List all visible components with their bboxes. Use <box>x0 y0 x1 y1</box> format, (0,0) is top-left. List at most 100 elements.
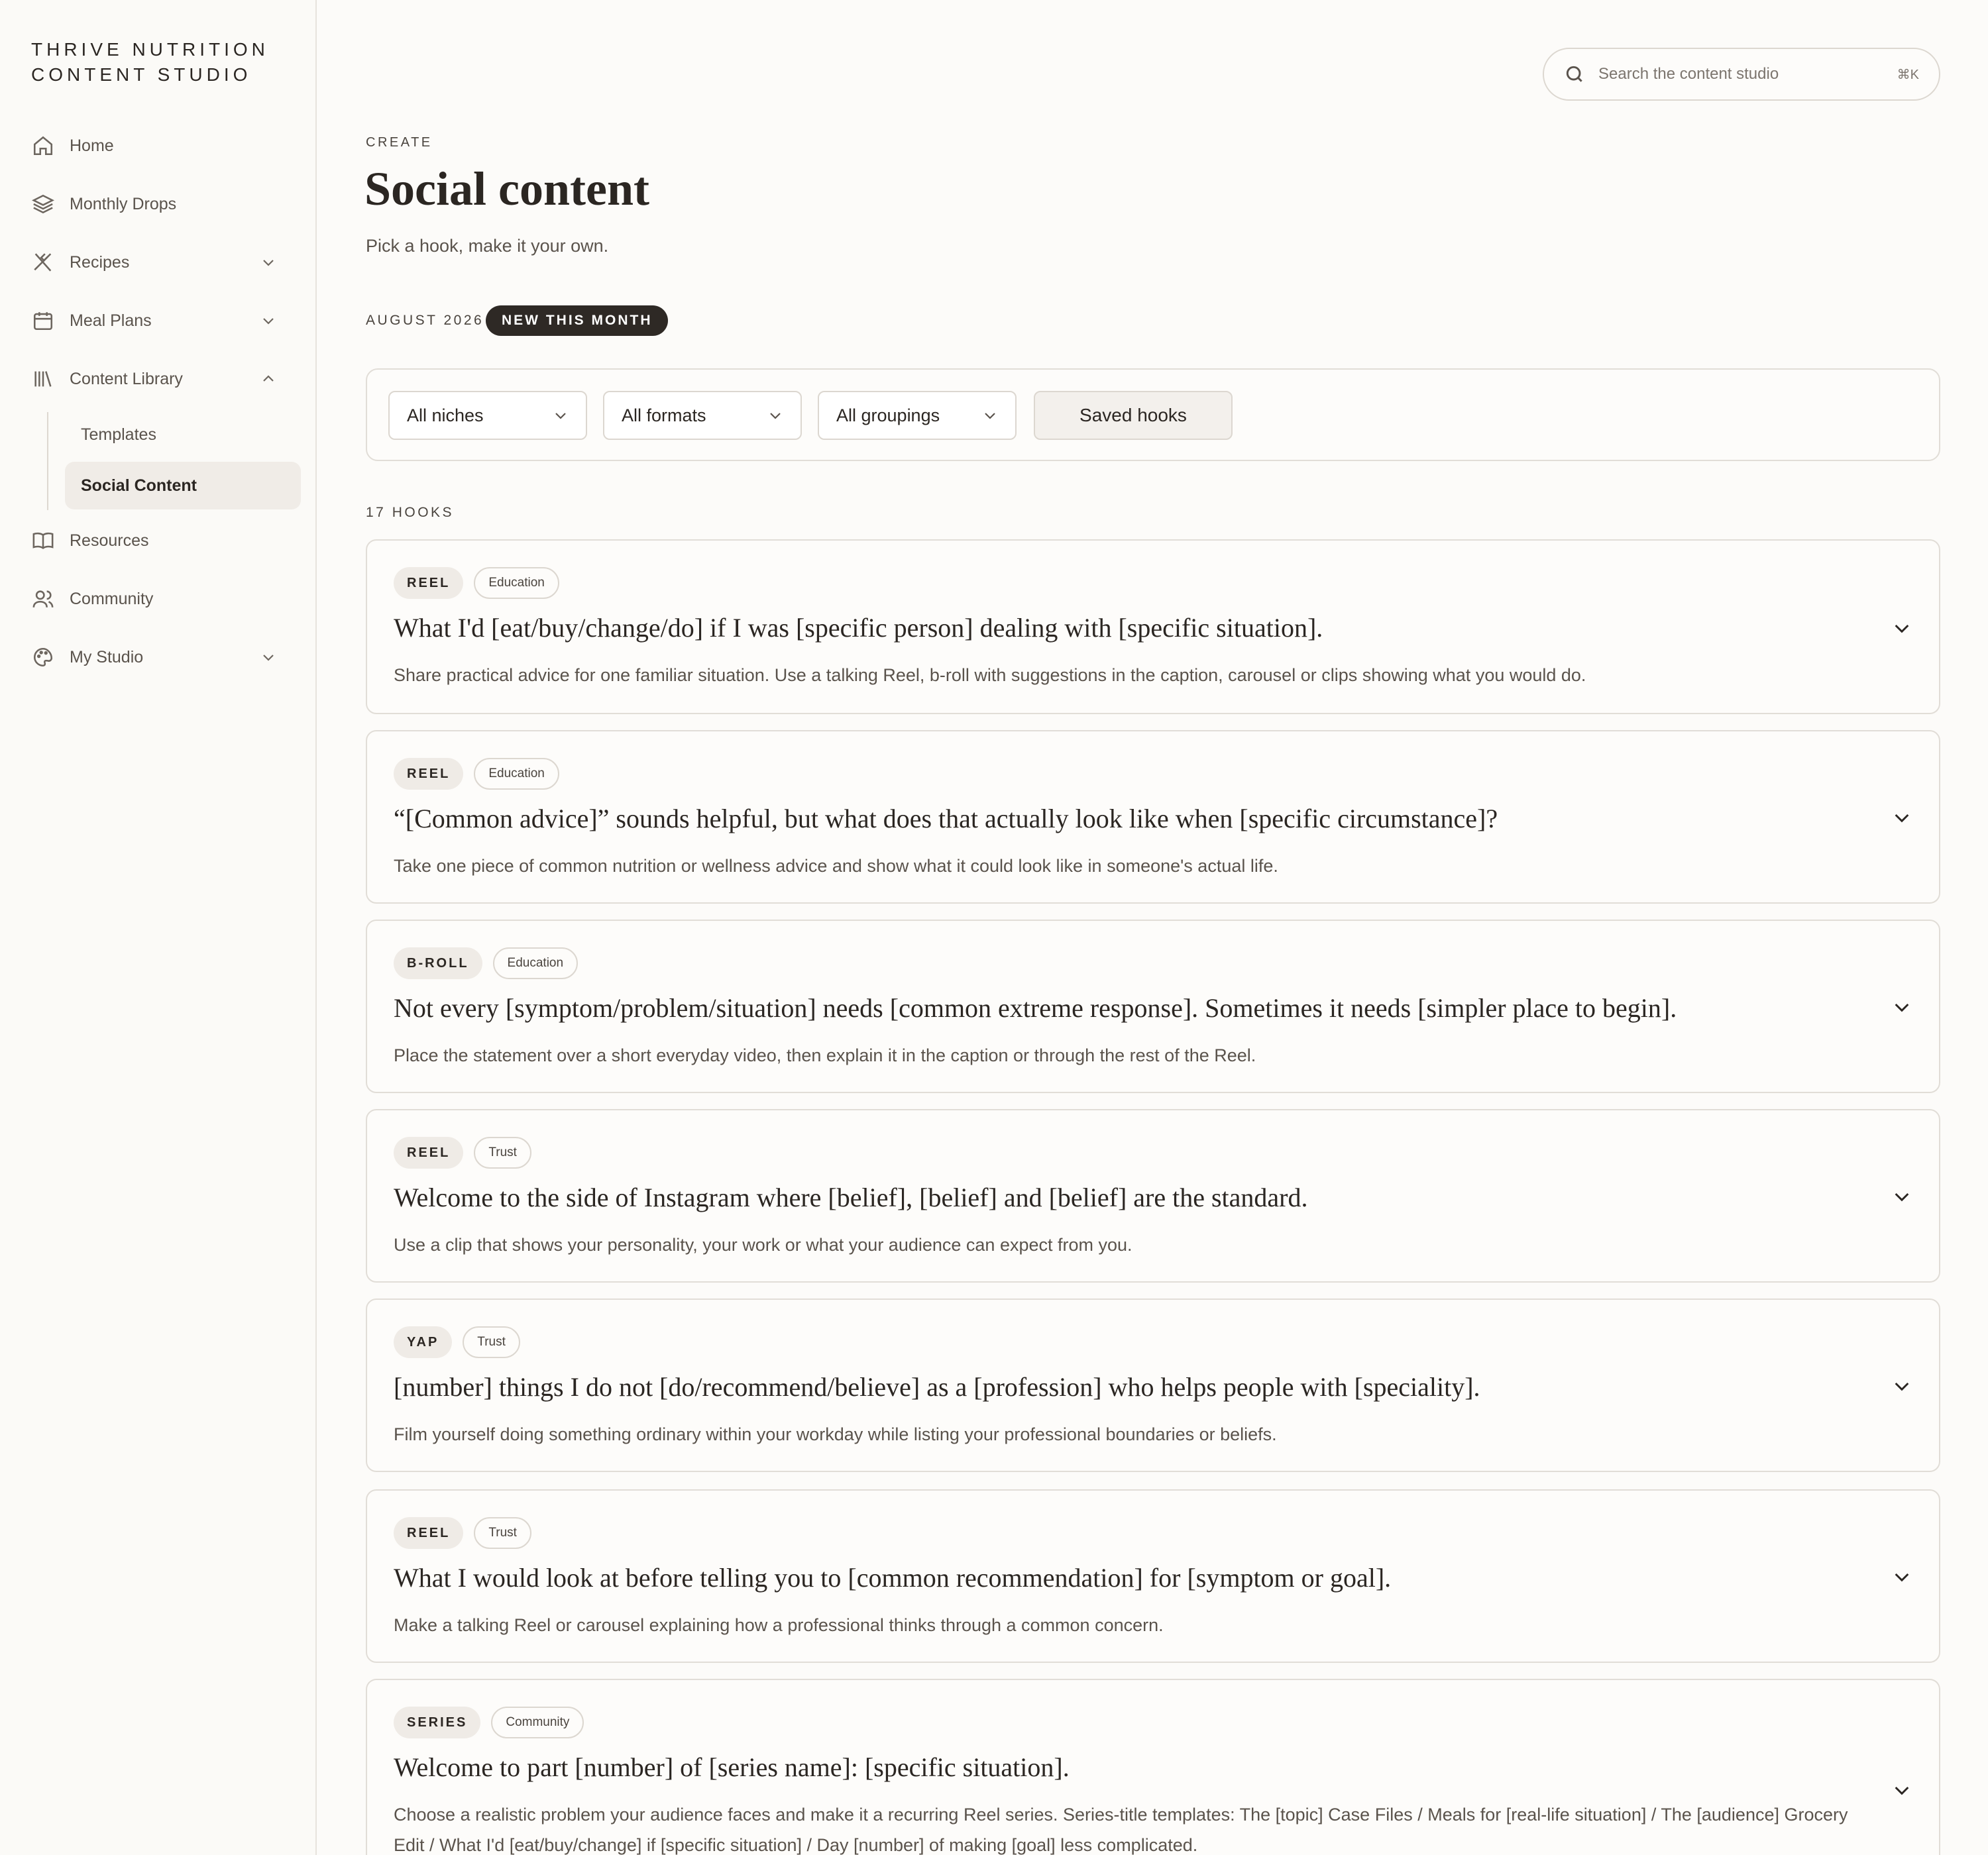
filter-bar: All niches All formats All groupings Sav… <box>366 368 1940 461</box>
page-eyebrow: CREATE <box>366 135 433 150</box>
hook-text: Welcome to the side of Instagram where [… <box>394 1183 1308 1212</box>
hook-text: What I'd [eat/buy/change/do] if I was [s… <box>394 613 1323 643</box>
page-subtitle: Pick a hook, make it your own. <box>366 236 609 256</box>
category-tag: Community <box>491 1707 584 1738</box>
month-label: AUGUST 2026 <box>366 313 484 328</box>
home-icon <box>31 134 55 158</box>
hook-text: [number] things I do not [do/recommend/b… <box>394 1372 1480 1402</box>
sidebar-item-resources[interactable]: Resources <box>31 521 290 560</box>
sidebar-item-label: Community <box>70 589 154 608</box>
hook-description: Take one piece of common nutrition or we… <box>394 856 1278 876</box>
palette-icon <box>31 645 55 669</box>
sidebar-subitem-label: Templates <box>81 425 156 444</box>
chevron-down-icon[interactable] <box>1891 1779 1912 1801</box>
chevron-down-icon <box>555 413 566 419</box>
subnav-divider <box>47 412 48 510</box>
hook-description: Make a talking Reel or carousel explaini… <box>394 1615 1164 1635</box>
category-tag: Trust <box>474 1137 531 1169</box>
chevron-down-icon[interactable] <box>260 649 276 665</box>
hook-tags: REEL Trust <box>394 1137 531 1169</box>
sidebar-item-label: Monthly Drops <box>70 194 177 213</box>
category-tag: Trust <box>474 1517 531 1549</box>
sidebar-item-label: Meal Plans <box>70 311 152 330</box>
niche-select[interactable]: All niches <box>388 391 587 440</box>
sidebar-item-label: Home <box>70 136 114 155</box>
chevron-down-icon[interactable] <box>1891 1375 1912 1397</box>
format-tag: SERIES <box>394 1707 481 1738</box>
sidebar-item-recipes[interactable]: Recipes <box>31 242 290 282</box>
sidebar-item-my-studio[interactable]: My Studio <box>31 637 290 677</box>
hook-card[interactable]: B-ROLL Education Not every [symptom/prob… <box>366 920 1940 1093</box>
hook-card[interactable]: REEL Trust Welcome to the side of Instag… <box>366 1109 1940 1283</box>
hook-text: Welcome to part [number] of [series name… <box>394 1752 1070 1782</box>
hook-text: Not every [symptom/problem/situation] ne… <box>394 993 1677 1023</box>
search-icon <box>1566 66 1582 82</box>
hook-tags: B-ROLL Education <box>394 947 579 979</box>
search-shortcut: ⌘K <box>1897 67 1919 82</box>
niche-select-value: All niches <box>407 405 484 425</box>
hook-card[interactable]: REEL Education What I'd [eat/buy/change/… <box>366 539 1940 714</box>
sidebar-subitem-label: Social Content <box>81 476 197 495</box>
page-title: Social content <box>364 162 649 215</box>
sidebar-item-label: My Studio <box>70 647 144 666</box>
hook-tags: YAP Trust <box>394 1326 520 1358</box>
category-tag: Education <box>474 758 559 790</box>
search-placeholder: Search the content studio <box>1598 65 1779 83</box>
category-tag: Trust <box>463 1326 520 1358</box>
search-input[interactable]: Search the content studio ⌘K <box>1543 48 1940 101</box>
brand-logo[interactable]: THRIVE NUTRITION CONTENT STUDIO <box>31 37 269 87</box>
chevron-down-icon[interactable] <box>1891 1566 1912 1587</box>
format-select[interactable]: All formats <box>603 391 802 440</box>
chevron-down-icon[interactable] <box>1891 1186 1912 1207</box>
hooks-count: 17 HOOKS <box>366 505 455 520</box>
hook-description: Place the statement over a short everyda… <box>394 1045 1256 1065</box>
book-icon <box>31 529 55 553</box>
chevron-down-icon[interactable] <box>1891 807 1912 828</box>
chevron-up-icon[interactable] <box>260 371 276 387</box>
hook-card[interactable]: SERIES Community Welcome to part [number… <box>366 1679 1940 1855</box>
hook-tags: REEL Education <box>394 567 559 599</box>
format-tag: YAP <box>394 1326 453 1358</box>
hook-card[interactable]: YAP Trust [number] things I do not [do/r… <box>366 1298 1940 1472</box>
sidebar-item-home[interactable]: Home <box>31 126 290 166</box>
sidebar-item-label: Recipes <box>70 252 130 272</box>
sidebar-subitem-templates[interactable]: Templates <box>65 411 301 458</box>
sidebar-item-content-library[interactable]: Content Library <box>31 359 290 399</box>
brand-line-2: CONTENT STUDIO <box>31 64 252 85</box>
hook-description: Choose a realistic problem your audience… <box>394 1805 1848 1855</box>
utensils-icon <box>31 250 55 274</box>
hook-text: “[Common advice]” sounds helpful, but wh… <box>394 804 1498 833</box>
grouping-select-value: All groupings <box>836 405 940 425</box>
format-tag: B-ROLL <box>394 947 482 979</box>
calendar-icon <box>31 309 55 333</box>
new-this-month-badge: NEW THIS MONTH <box>486 305 669 336</box>
chevron-down-icon <box>985 413 995 419</box>
sidebar-item-label: Resources <box>70 531 149 550</box>
chevron-down-icon <box>770 413 781 419</box>
sidebar-subitem-social-content[interactable]: Social Content <box>65 462 301 509</box>
layers-icon <box>31 192 55 216</box>
sidebar: THRIVE NUTRITION CONTENT STUDIO Home Mon… <box>0 0 317 1855</box>
sidebar-item-monthly-drops[interactable]: Monthly Drops <box>31 184 290 224</box>
format-tag: REEL <box>394 1137 464 1169</box>
saved-hooks-button[interactable]: Saved hooks <box>1034 391 1233 440</box>
sidebar-item-meal-plans[interactable]: Meal Plans <box>31 301 290 341</box>
format-tag: REEL <box>394 567 464 599</box>
brand-line-1: THRIVE NUTRITION <box>31 39 269 60</box>
chevron-down-icon[interactable] <box>260 254 276 270</box>
category-tag: Education <box>492 947 579 979</box>
hook-card[interactable]: REEL Education “[Common advice]” sounds … <box>366 730 1940 904</box>
grouping-select[interactable]: All groupings <box>818 391 1017 440</box>
users-icon <box>31 587 55 611</box>
chevron-down-icon[interactable] <box>1891 617 1912 639</box>
chevron-down-icon[interactable] <box>260 313 276 329</box>
library-icon <box>31 367 55 391</box>
hook-description: Use a clip that shows your personality, … <box>394 1235 1132 1255</box>
format-tag: REEL <box>394 1517 464 1549</box>
sidebar-item-community[interactable]: Community <box>31 579 290 619</box>
chevron-down-icon[interactable] <box>1891 996 1912 1018</box>
hook-card[interactable]: REEL Trust What I would look at before t… <box>366 1489 1940 1663</box>
hook-description: Film yourself doing something ordinary w… <box>394 1424 1277 1444</box>
sidebar-item-label: Content Library <box>70 369 183 388</box>
category-tag: Education <box>474 567 559 599</box>
